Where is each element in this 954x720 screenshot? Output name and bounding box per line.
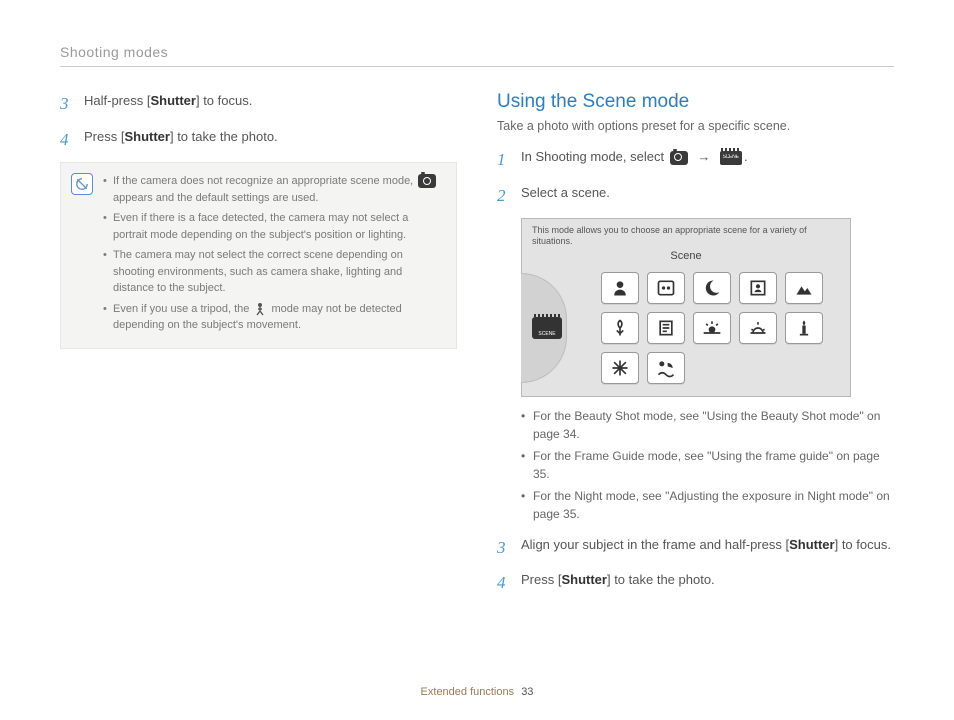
step-3: 3 Align your subject in the frame and ha…	[497, 535, 894, 561]
note-list: If the camera does not recognize an appr…	[103, 173, 442, 338]
footer-section: Extended functions	[421, 686, 515, 698]
step-text: Select a scene.	[521, 183, 610, 203]
camera-mode-icon	[670, 151, 688, 165]
step-3: 3 Half-press [Shutter] to focus.	[60, 91, 457, 117]
firework-icon[interactable]	[601, 352, 639, 384]
note-item: Even if there is a face detected, the ca…	[103, 210, 442, 243]
note-item: The camera may not select the correct sc…	[103, 247, 442, 297]
landscape-icon[interactable]	[785, 272, 823, 304]
scene-selector-screenshot: This mode allows you to choose an approp…	[521, 218, 851, 397]
night-icon[interactable]	[693, 272, 731, 304]
step-text: In Shooting mode, select → .	[521, 147, 748, 167]
scene-description: This mode allows you to choose an approp…	[522, 219, 850, 250]
step-number: 1	[497, 147, 511, 173]
dawn-icon[interactable]	[739, 312, 777, 344]
step-text: Half-press [Shutter] to focus.	[84, 91, 252, 111]
step-2: 2 Select a scene.	[497, 183, 894, 209]
step-4: 4 Press [Shutter] to take the photo.	[60, 127, 457, 153]
manual-page: Shooting modes 3 Half-press [Shutter] to…	[0, 0, 954, 720]
step-text: Press [Shutter] to take the photo.	[521, 570, 715, 590]
children-icon[interactable]	[647, 272, 685, 304]
ref-item: For the Night mode, see "Adjusting the e…	[521, 487, 894, 523]
scene-title: Scene	[522, 250, 850, 262]
step-number: 4	[497, 570, 511, 596]
scene-icon-grid	[567, 268, 850, 388]
scene-grid-wrap: SCENE	[522, 268, 850, 388]
beach-icon[interactable]	[647, 352, 685, 384]
step-number: 2	[497, 183, 511, 209]
ref-item: For the Frame Guide mode, see "Using the…	[521, 447, 894, 483]
camera-icon	[418, 174, 436, 188]
step-number: 3	[60, 91, 74, 117]
reference-bullets: For the Beauty Shot mode, see "Using the…	[521, 407, 894, 523]
closeup-face-icon[interactable]	[739, 272, 777, 304]
page-footer: Extended functions 33	[0, 686, 954, 698]
candle-icon[interactable]	[785, 312, 823, 344]
left-column: 3 Half-press [Shutter] to focus. 4 Press…	[60, 91, 457, 606]
scene-chip-icon: SCENE	[532, 317, 562, 339]
arrow-icon: →	[697, 147, 710, 167]
portrait-icon[interactable]	[601, 272, 639, 304]
section-title: Using the Scene mode	[497, 91, 894, 113]
page-header: Shooting modes	[60, 44, 894, 67]
mode-dial: SCENE	[521, 273, 567, 383]
scene-mode-icon	[720, 151, 742, 165]
note-item: If the camera does not recognize an appr…	[103, 173, 442, 206]
note-icon	[71, 173, 93, 195]
right-steps-2: 3 Align your subject in the frame and ha…	[497, 535, 894, 596]
right-steps: 1 In Shooting mode, select → . 2 Select …	[497, 147, 894, 208]
two-column-layout: 3 Half-press [Shutter] to focus. 4 Press…	[60, 91, 894, 606]
left-steps: 3 Half-press [Shutter] to focus. 4 Press…	[60, 91, 457, 152]
ref-item: For the Beauty Shot mode, see "Using the…	[521, 407, 894, 443]
section-subtitle: Take a photo with options preset for a s…	[497, 119, 894, 133]
text-icon[interactable]	[647, 312, 685, 344]
tripod-person-icon	[254, 302, 266, 316]
note-box: If the camera does not recognize an appr…	[60, 162, 457, 349]
right-column: Using the Scene mode Take a photo with o…	[497, 91, 894, 606]
step-text: Press [Shutter] to take the photo.	[84, 127, 278, 147]
step-1: 1 In Shooting mode, select → .	[497, 147, 894, 173]
step-text: Align your subject in the frame and half…	[521, 535, 891, 555]
sunset-icon[interactable]	[693, 312, 731, 344]
breadcrumb: Shooting modes	[60, 44, 168, 60]
step-number: 3	[497, 535, 511, 561]
step-number: 4	[60, 127, 74, 153]
page-number: 33	[521, 686, 533, 698]
note-item: Even if you use a tripod, the mode may n…	[103, 301, 442, 334]
macro-icon[interactable]	[601, 312, 639, 344]
step-4: 4 Press [Shutter] to take the photo.	[497, 570, 894, 596]
